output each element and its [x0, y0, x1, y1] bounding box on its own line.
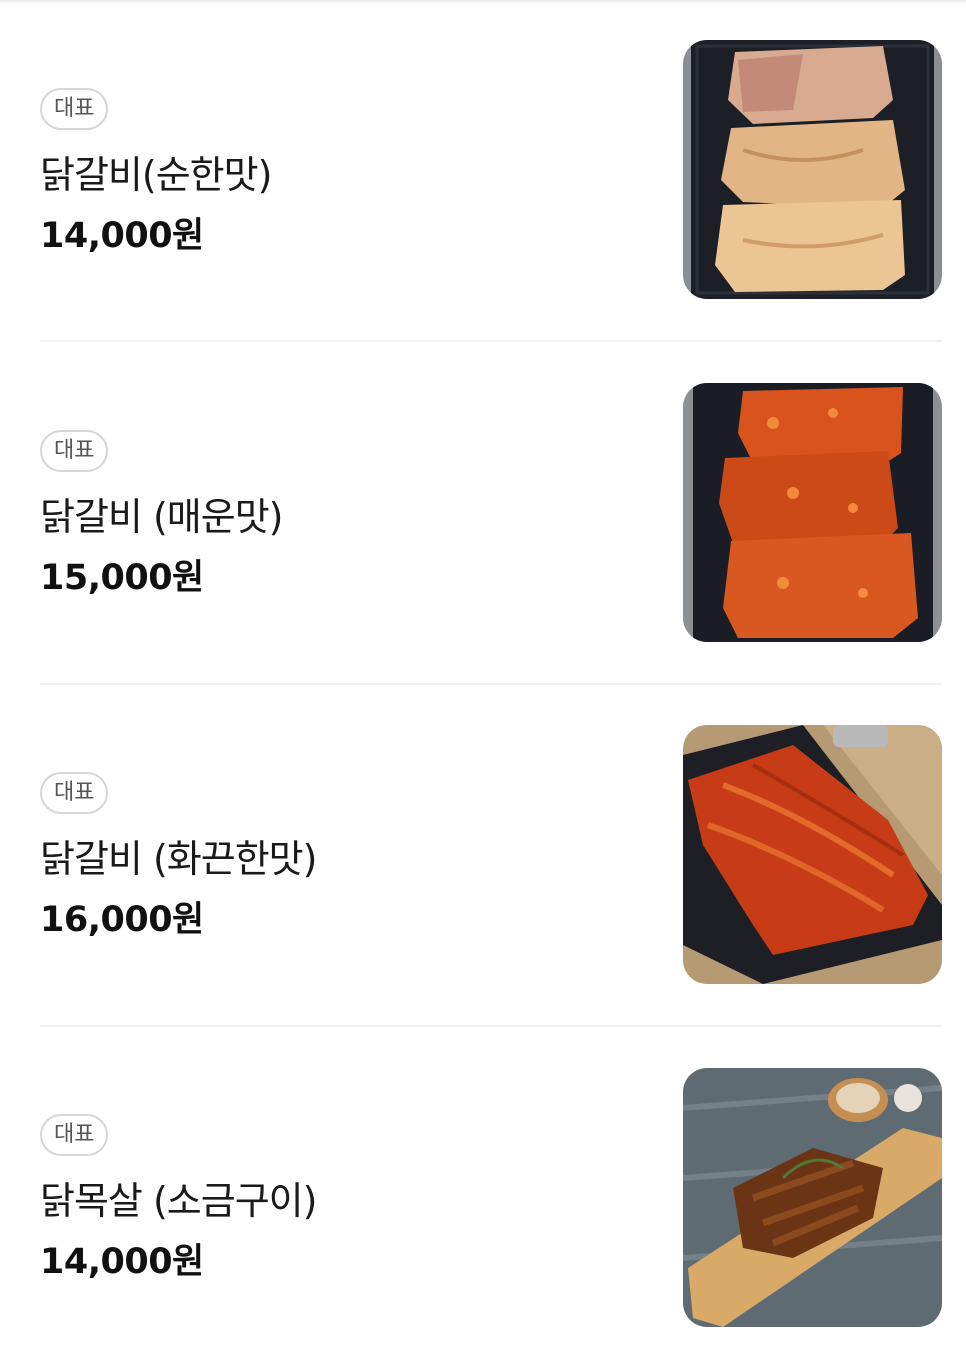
menu-item-name: 닭갈비(순한맛): [40, 153, 272, 197]
menu-item[interactable]: 대표 닭갈비 (화끈한맛) 16,000원: [0, 684, 966, 1026]
signature-badge: 대표: [40, 88, 109, 130]
salt-grilled-chicken-neck-photo-icon[interactable]: [683, 1068, 942, 1327]
menu-item-price: 15,000원: [40, 558, 204, 598]
mild-chicken-galbi-photo-icon[interactable]: [683, 40, 942, 299]
menu-item[interactable]: 대표 닭목살 (소금구이) 14,000원: [0, 1026, 966, 1352]
spicy-chicken-galbi-photo-icon[interactable]: [683, 383, 942, 642]
menu-item-price: 14,000원: [40, 1242, 204, 1282]
menu-item-text: 대표 닭갈비(순한맛) 14,000원: [40, 88, 272, 258]
menu-item-name: 닭갈비 (매운맛): [40, 495, 283, 539]
menu-item-text: 대표 닭갈비 (화끈한맛) 16,000원: [40, 772, 317, 942]
menu-item[interactable]: 대표 닭갈비(순한맛) 14,000원: [0, 0, 966, 342]
menu-item-price: 16,000원: [40, 900, 204, 940]
menu-item-name: 닭목살 (소금구이): [40, 1179, 317, 1223]
signature-badge: 대표: [40, 1114, 109, 1156]
menu-item-price: 14,000원: [40, 216, 204, 256]
menu-item-text: 대표 닭목살 (소금구이) 14,000원: [40, 1114, 317, 1284]
menu-item-text: 대표 닭갈비 (매운맛) 15,000원: [40, 430, 283, 600]
hot-chicken-galbi-photo-icon[interactable]: [683, 725, 942, 984]
menu-item-name: 닭갈비 (화끈한맛): [40, 837, 317, 881]
menu-item[interactable]: 대표 닭갈비 (매운맛) 15,000원: [0, 342, 966, 684]
signature-badge: 대표: [40, 430, 109, 472]
signature-badge: 대표: [40, 772, 109, 814]
